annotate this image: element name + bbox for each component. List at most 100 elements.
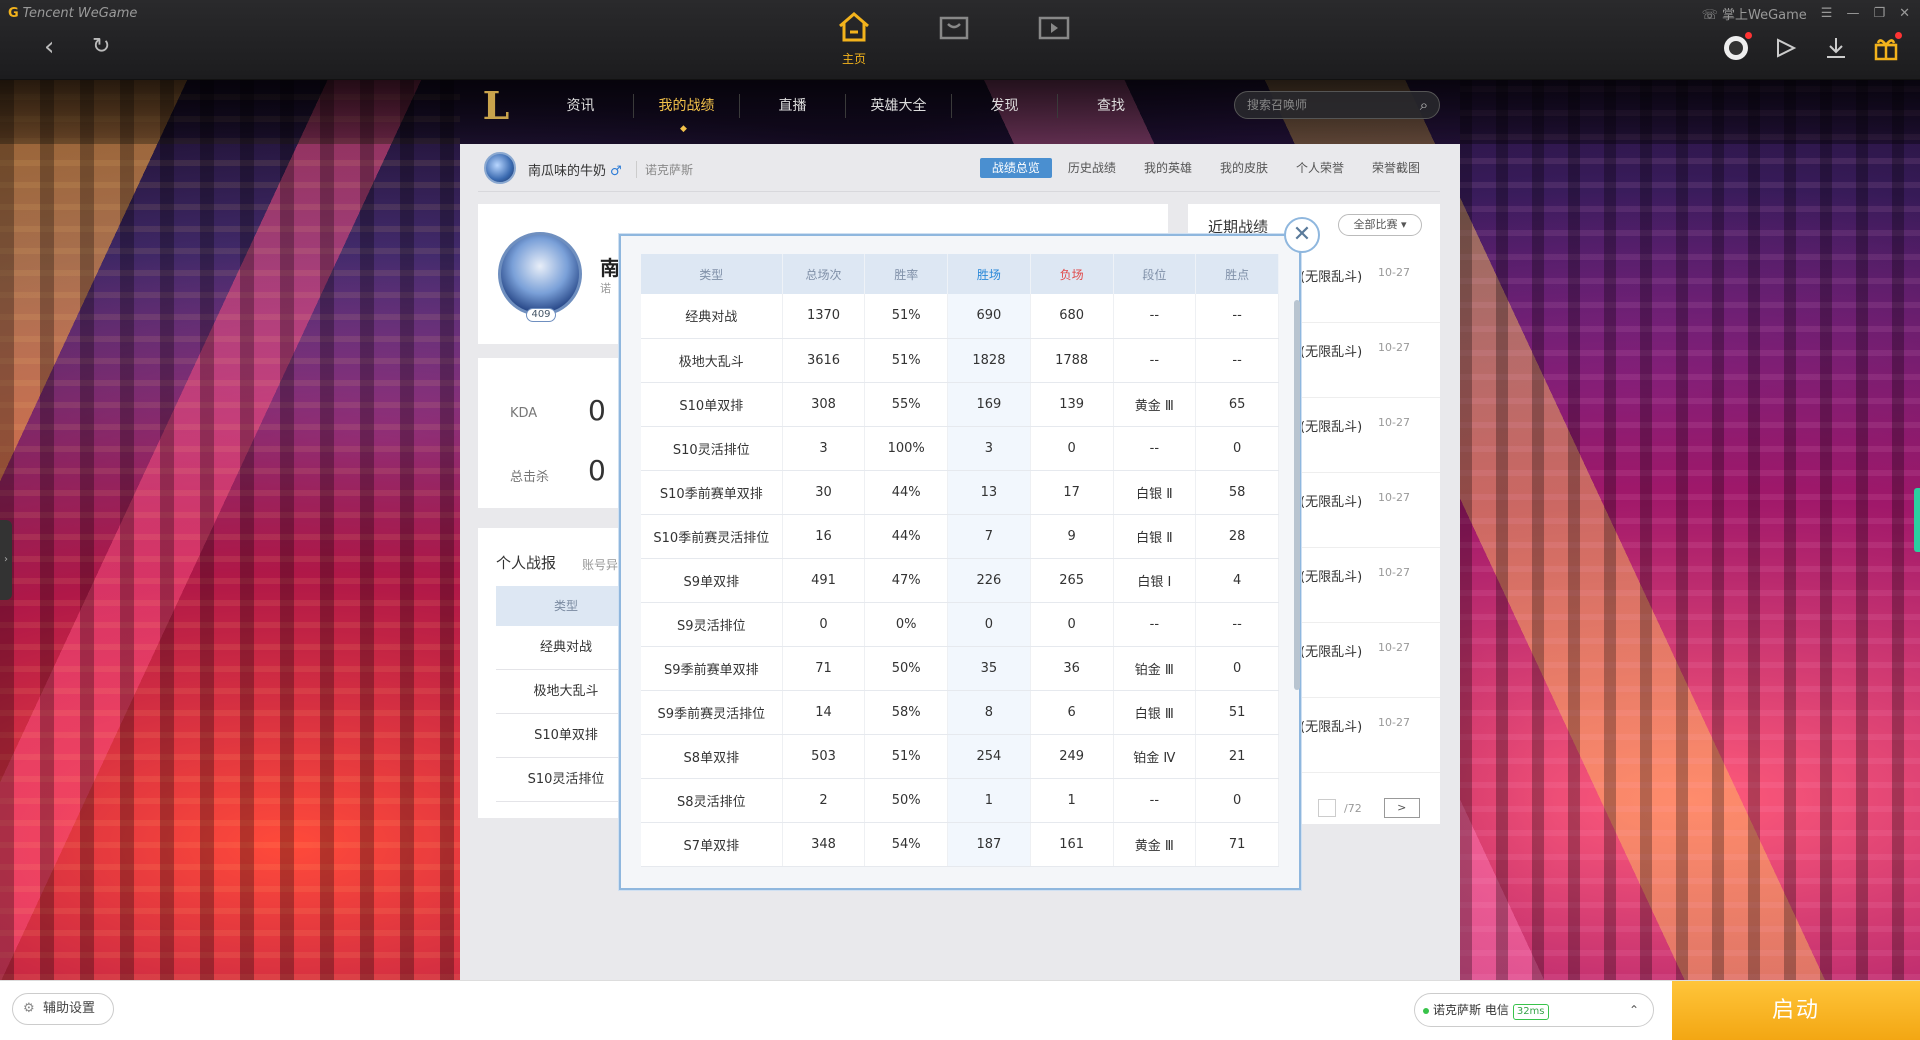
server-selector[interactable]: 诺克萨斯 电信 32ms ⌃ (1414, 993, 1654, 1027)
nav-tab-3[interactable]: 英雄大全 (846, 94, 952, 118)
profile-subtab-5[interactable]: 荣誉截图 (1360, 158, 1432, 178)
avatar-button[interactable] (1722, 32, 1752, 62)
table-cell: 35 (947, 646, 1031, 691)
table-row: S9季前赛灵活排位 14 58% 8 6 白银 Ⅲ 51 (641, 690, 1279, 735)
bottom-bar: ⚙ 辅助设置 诺克萨斯 电信 32ms ⌃ 启动 (0, 980, 1920, 1040)
table-row: S10单双排 308 55% 169 139 黄金 Ⅲ 65 (641, 382, 1279, 427)
server-status-dot (1423, 1008, 1429, 1014)
modal-close-button[interactable]: ✕ (1284, 217, 1320, 253)
table-cell: -- (1113, 778, 1197, 823)
table-cell: 226 (947, 558, 1031, 603)
table-row: 经典对战 (496, 626, 636, 670)
table-row: 经典对战 1370 51% 690 680 -- -- (641, 294, 1279, 339)
level-badge: 409 (526, 308, 556, 322)
lol-logo[interactable]: L (476, 84, 516, 128)
home-button[interactable]: 主页 (830, 10, 878, 67)
table-cell: 254 (947, 734, 1031, 779)
nav-tab-0[interactable]: 资讯 (528, 94, 634, 118)
table-cell: S9季前赛单双排 (641, 646, 783, 691)
match-mode: (无限乱斗) (1300, 495, 1363, 510)
table-cell: 0 (1030, 602, 1114, 647)
side-panel-handle[interactable]: › (0, 520, 12, 600)
aux-settings-button[interactable]: ⚙ 辅助设置 (12, 993, 114, 1025)
match-mode: (无限乱斗) (1300, 645, 1363, 660)
table-cell: 1788 (1030, 338, 1114, 383)
maximize-icon[interactable]: ❐ (1873, 6, 1885, 21)
minimize-icon[interactable]: — (1846, 6, 1859, 21)
profile-subtab-4[interactable]: 个人荣誉 (1284, 158, 1356, 178)
profile-avatar (498, 232, 582, 316)
table-cell: 白银 Ⅲ (1113, 690, 1197, 735)
download-button[interactable] (1822, 34, 1850, 62)
match-filter-dropdown[interactable]: 全部比赛 ▾ (1338, 214, 1422, 236)
stats-table: 类型 总场次 胜率 胜场 负场 段位 胜点 经典对战 1370 51% 690 680 -- -- 极地大… (641, 254, 1279, 867)
table-cell: S8灵活排位 (641, 778, 783, 823)
gear-icon: ⚙ (23, 1001, 35, 1016)
refresh-icon[interactable]: ↻ (92, 34, 110, 60)
profile-subtab-1[interactable]: 历史战绩 (1056, 158, 1128, 178)
table-cell: 3616 (782, 338, 866, 383)
nav-tab-1[interactable]: 我的战绩 (634, 94, 740, 118)
table-cell: 极地大乱斗 (641, 338, 783, 383)
window-controls: ☏ 掌上WeGame ☰ — ❐ ✕ (1702, 4, 1910, 23)
store-button[interactable] (930, 10, 978, 67)
table-cell: S10季前赛灵活排位 (641, 514, 783, 559)
table-cell: 65 (1195, 382, 1279, 427)
profile-subtab-0[interactable]: 战绩总览 (979, 158, 1052, 178)
nav-tab-5[interactable]: 查找 (1058, 94, 1164, 118)
table-cell: 169 (947, 382, 1031, 427)
table-cell: 51 (1195, 690, 1279, 735)
table-cell: 0 (782, 602, 866, 647)
table-cell: 铂金 Ⅲ (1113, 646, 1197, 691)
table-cell: 黄金 Ⅲ (1113, 822, 1197, 867)
avatar[interactable] (484, 152, 516, 184)
nav-tab-4[interactable]: 发现 (952, 94, 1058, 118)
table-row: S9单双排 491 47% 226 265 白银 Ⅰ4 (641, 558, 1279, 603)
table-cell: 1 (947, 778, 1031, 823)
table-cell: 4 (1195, 558, 1279, 603)
table-cell: S10季前赛单双排 (641, 470, 783, 515)
table-cell: 30 (782, 470, 866, 515)
nav-tab-2[interactable]: 直播 (740, 94, 846, 118)
table-cell: 白银 Ⅱ (1113, 514, 1197, 559)
table-cell: 50% (864, 778, 949, 823)
video-button[interactable] (1030, 10, 1078, 67)
match-mode: (无限乱斗) (1300, 570, 1363, 585)
table-cell: 58% (864, 690, 949, 735)
home-icon (839, 12, 869, 42)
match-date: 10-27 (1378, 716, 1410, 729)
page-input[interactable] (1318, 799, 1336, 817)
stats-overview-modal: 类型 总场次 胜率 胜场 负场 段位 胜点 经典对战 1370 51% 690 680 -- -- 极地大… (619, 234, 1301, 890)
kills-value: 0 (588, 454, 606, 487)
table-cell: 44% (864, 514, 949, 559)
table-row: S10灵活排位 (496, 758, 636, 802)
table-row: S7单双排 348 54% 187 161 黄金 Ⅲ 71 (641, 822, 1279, 867)
table-cell: 71 (1195, 822, 1279, 867)
table-cell: 100% (864, 426, 949, 471)
active-tab-indicator: ◆ (680, 124, 687, 134)
search-icon[interactable]: ⌕ (1408, 92, 1440, 118)
side-panel-handle-right[interactable] (1914, 488, 1920, 552)
gift-button[interactable] (1872, 32, 1902, 62)
table-cell: 13 (947, 470, 1031, 515)
menu-icon[interactable]: ☰ (1821, 6, 1833, 21)
pager: /72 > (1318, 798, 1420, 818)
table-cell: 28 (1195, 514, 1279, 559)
start-game-button[interactable]: 启动 (1672, 981, 1920, 1040)
profile-subtab-3[interactable]: 我的皮肤 (1208, 158, 1280, 178)
table-cell: S8单双排 (641, 734, 783, 779)
profile-subtab-2[interactable]: 我的英雄 (1132, 158, 1204, 178)
table-cell: 2 (782, 778, 866, 823)
match-date: 10-27 (1378, 341, 1410, 354)
back-icon[interactable]: ‹ (44, 34, 54, 60)
table-cell: 503 (782, 734, 866, 779)
table-row: S10单双排 (496, 714, 636, 758)
table-cell: 白银 Ⅰ (1113, 558, 1197, 603)
modal-scrollbar[interactable] (1294, 300, 1300, 690)
table-row: S10季前赛灵活排位 16 44% 7 9 白银 Ⅱ 28 (641, 514, 1279, 559)
table-cell: 139 (1030, 382, 1114, 427)
music-button[interactable] (1772, 34, 1800, 62)
next-page-button[interactable]: > (1383, 798, 1420, 818)
close-icon[interactable]: ✕ (1899, 6, 1910, 21)
mobile-wegame-link[interactable]: ☏ 掌上WeGame (1702, 4, 1807, 23)
